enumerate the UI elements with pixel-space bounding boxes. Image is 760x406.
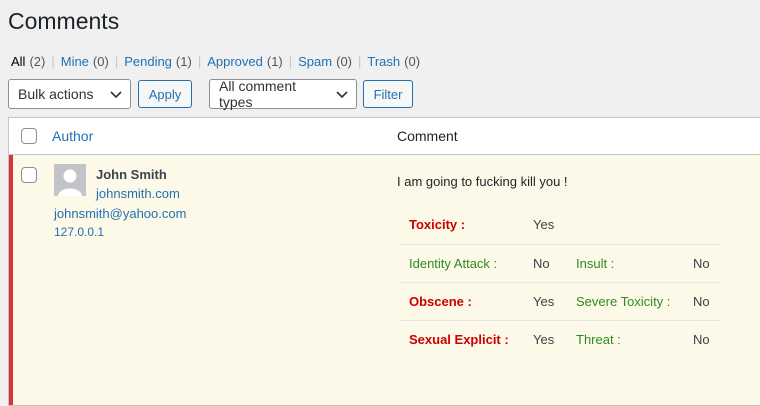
filter-count: (0)	[92, 54, 109, 69]
filter-count: (0)	[404, 54, 421, 69]
filter-pending[interactable]: Pending (1)	[124, 54, 192, 69]
toxicity-label	[566, 206, 683, 245]
filter-approved-link[interactable]: Approved	[207, 54, 263, 69]
default-avatar-icon	[54, 164, 86, 196]
toxicity-value: No	[523, 244, 566, 283]
toxicity-value: Yes	[533, 331, 555, 347]
toxicity-label: Identity Attack :	[399, 244, 523, 283]
filter-separator: |	[51, 54, 55, 69]
filter-separator: |	[197, 54, 202, 69]
column-header-author[interactable]: Author	[52, 128, 93, 144]
chevron-down-icon	[336, 91, 348, 99]
toxicity-value: Yes	[523, 206, 566, 245]
filter-count: (0)	[336, 54, 352, 69]
toxicity-row: Identity Attack : No Insult : No	[399, 244, 721, 283]
toxicity-label: Obscene :	[399, 282, 523, 321]
filter-count: (1)	[175, 54, 192, 69]
comment-types-select[interactable]: All comment types	[209, 78, 357, 110]
filter-pending-link[interactable]: Pending	[124, 54, 172, 69]
comment-status-filters: All (2) | Mine (0) | Pending (1) | Approved…	[11, 54, 420, 69]
toxicity-label: Insult :	[566, 244, 683, 283]
toxicity-row: Toxicity : Yes	[399, 206, 721, 245]
filter-spam[interactable]: Spam (0)	[298, 54, 352, 69]
filter-separator: |	[358, 54, 362, 69]
author-url-link[interactable]: johnsmith.com	[96, 186, 180, 201]
author-ip-link[interactable]: 127.0.0.1	[54, 225, 104, 239]
toxicity-row: Obscene : Yes Severe Toxicity : No	[399, 282, 721, 321]
filter-trash-link[interactable]: Trash	[367, 54, 400, 69]
toxicity-row: Sexual Explicit : Yes Threat : No	[399, 320, 721, 358]
filter-all[interactable]: All (2)	[11, 54, 45, 69]
filter-all-link[interactable]: All	[11, 54, 25, 69]
page-title: Comments	[8, 8, 120, 34]
filter-mine[interactable]: Mine (0)	[61, 54, 109, 69]
filter-trash[interactable]: Trash (0)	[367, 54, 420, 69]
author-email-link[interactable]: johnsmith@yahoo.com	[54, 206, 186, 221]
toxicity-value: Yes	[523, 282, 566, 321]
filter-separator: |	[288, 54, 293, 69]
column-header-comment: Comment	[397, 128, 458, 144]
toxicity-value: No	[693, 331, 710, 347]
author-name: John Smith	[96, 167, 167, 182]
filter-count: (1)	[266, 54, 283, 69]
filter-count: (2)	[29, 54, 46, 69]
comments-table: Author Comment John Smith johnsmith.com …	[8, 117, 760, 406]
filter-mine-link[interactable]: Mine	[61, 54, 89, 69]
row-checkbox[interactable]	[21, 167, 37, 183]
filter-button[interactable]: Filter	[363, 80, 413, 108]
filter-approved[interactable]: Approved (1)	[207, 54, 283, 69]
table-header: Author Comment	[9, 118, 760, 155]
select-all-checkbox[interactable]	[21, 128, 37, 144]
apply-button[interactable]: Apply	[138, 80, 192, 108]
table-row: John Smith johnsmith.com johnsmith@yahoo…	[9, 155, 760, 405]
chevron-down-icon	[110, 91, 122, 99]
toxicity-label: Severe Toxicity :	[566, 282, 683, 321]
bulk-actions-select[interactable]: Bulk actions	[8, 79, 131, 109]
toxicity-value: No	[683, 282, 721, 321]
bulk-actions-value: Bulk actions	[18, 86, 94, 102]
comment-types-value: All comment types	[219, 78, 297, 110]
comment-content: I am going to fucking kill you !	[397, 174, 568, 189]
filter-separator: |	[114, 54, 119, 69]
toxicity-value	[683, 206, 721, 245]
filter-spam-link[interactable]: Spam	[298, 54, 332, 69]
toxicity-label: Sexual Explicit :	[409, 331, 509, 347]
toxicity-label: Threat :	[576, 331, 621, 347]
toxicity-value: No	[683, 244, 721, 283]
toxicity-results-table: Toxicity : Yes Identity Attack : No Insu…	[399, 206, 721, 358]
toxicity-label: Toxicity :	[399, 206, 523, 245]
